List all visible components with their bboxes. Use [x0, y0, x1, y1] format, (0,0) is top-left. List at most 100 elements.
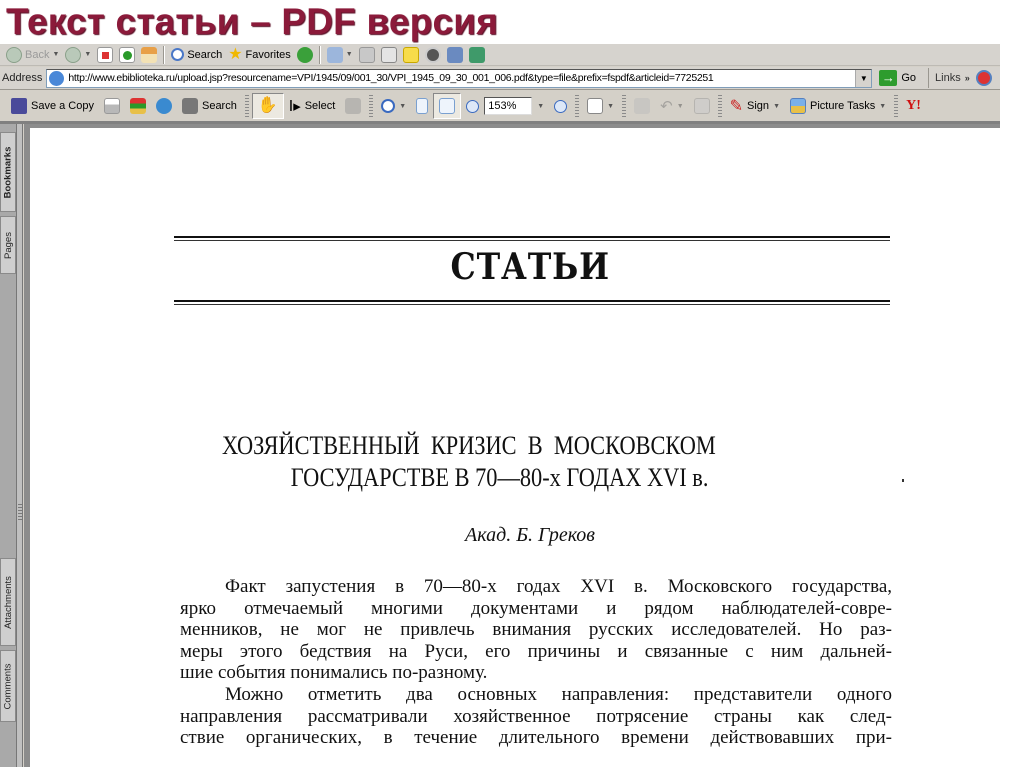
acrobat-icon[interactable] [975, 70, 992, 86]
document-viewport[interactable]: СТАТЬИ ХОЗЯЙСТВЕННЫЙ КРИЗИС В МОСКОВСКОМ… [24, 124, 1000, 767]
browser-window: Back ▼ ▼ Search ★ Favorites ▼ Address ht… [0, 44, 1000, 767]
fit-width-icon [439, 98, 456, 114]
fit-width-button[interactable] [433, 93, 462, 119]
rotate-page-icon [587, 98, 604, 114]
tab-attachments[interactable]: Attachments [0, 558, 16, 646]
search-label: Search [187, 48, 223, 61]
zoom-in-button[interactable] [549, 93, 572, 119]
toolbar-grip[interactable] [894, 95, 899, 117]
forward-button[interactable]: ▼ [62, 45, 94, 65]
back-icon [6, 46, 22, 63]
tools-icon [468, 46, 485, 63]
slide-margin [1000, 44, 1024, 767]
body-line: меры этого бедствия на Руси, его причины… [180, 640, 892, 662]
media-button[interactable] [294, 45, 316, 65]
sign-button[interactable]: ✎ Sign ▼ [725, 93, 785, 119]
refresh-button[interactable] [116, 45, 138, 65]
favorites-label: Favorites [245, 48, 291, 61]
research-icon [424, 46, 441, 63]
messenger-icon [446, 46, 463, 63]
floppy-disk-icon [11, 98, 27, 114]
undo-button[interactable]: ↶ ▼ [655, 93, 689, 119]
binoculars-icon [181, 98, 198, 114]
stop-button[interactable] [94, 45, 116, 65]
tools-button[interactable] [466, 45, 488, 65]
sign-label: Sign [747, 100, 770, 112]
toolbar-separator [318, 45, 321, 64]
fit-page-button[interactable] [411, 93, 433, 119]
yahoo-button[interactable]: Y! [901, 93, 926, 119]
chevron-right-icon: » [964, 73, 970, 83]
go-button[interactable]: → Go [877, 68, 922, 88]
chevron-down-icon: ▼ [773, 102, 780, 110]
search-button[interactable]: Search [168, 45, 225, 65]
acrobat-toolbar: Save a Copy Search ✋ I▸ Select ▼ 153% ▼ … [0, 91, 1000, 124]
address-label: Address [2, 72, 43, 84]
ie-standard-toolbar: Back ▼ ▼ Search ★ Favorites ▼ [0, 44, 1000, 66]
toolbar-grip[interactable] [717, 95, 722, 117]
body-line: менников, не мог не привлечь внимания ру… [180, 619, 892, 641]
favorites-button[interactable]: ★ Favorites [225, 45, 294, 65]
rotate-view-button[interactable]: ▼ [582, 93, 619, 119]
pane-splitter[interactable] [17, 124, 23, 767]
edit-button[interactable] [378, 45, 400, 65]
author: Акад. Б. Греков [465, 524, 595, 546]
navigation-pane: Bookmarks Pages Attachments Comments [0, 124, 17, 767]
splitter-grip[interactable] [18, 504, 22, 520]
toolbar-grip[interactable] [369, 95, 374, 117]
toolbar-grip[interactable] [575, 95, 580, 117]
toolbar-grip[interactable] [244, 95, 249, 117]
home-button[interactable] [138, 45, 160, 65]
save-copy-button[interactable]: Save a Copy [6, 93, 99, 119]
messenger-button[interactable] [444, 45, 466, 65]
search-icon [171, 48, 185, 61]
tab-comments[interactable]: Comments [0, 650, 16, 722]
snapshot-tool-button[interactable] [340, 93, 366, 119]
tab-pages[interactable]: Pages [0, 216, 16, 274]
address-input[interactable]: http://www.ebiblioteka.ru/upload.jsp?res… [46, 68, 873, 88]
chevron-down-icon: ▼ [52, 51, 60, 58]
copy-button[interactable] [689, 93, 715, 119]
discuss-button[interactable] [400, 45, 422, 65]
zoom-in-tool-button[interactable]: ▼ [376, 93, 411, 119]
links-button[interactable]: Links » [928, 68, 970, 88]
zoom-out-button[interactable] [461, 93, 484, 119]
chevron-down-icon: ▼ [345, 51, 353, 58]
pdf-page: СТАТЬИ ХОЗЯЙСТВЕННЫЙ КРИЗИС В МОСКОВСКОМ… [30, 128, 1000, 767]
magnifier-icon [381, 99, 396, 113]
article-body: Факт запустения в 70—80-х годах XVI в. М… [180, 576, 892, 749]
zoom-dropdown-button[interactable]: ▼ [532, 93, 549, 119]
forward-icon [65, 46, 82, 63]
links-label: Links [935, 72, 961, 84]
spell-check-icon [634, 98, 651, 114]
print-button[interactable] [356, 45, 378, 65]
hand-tool-button[interactable]: ✋ [251, 93, 284, 119]
media-icon [296, 46, 313, 63]
body-line: Можно отметить два основных направления:… [225, 683, 892, 705]
address-dropdown-button[interactable]: ▼ [855, 69, 872, 87]
mail-icon [326, 46, 343, 63]
organizer-button[interactable] [125, 93, 151, 119]
chevron-down-icon: ▼ [537, 102, 545, 110]
zoom-level-input[interactable]: 153% [484, 97, 533, 115]
picture-tasks-button[interactable]: Picture Tasks ▼ [785, 93, 891, 119]
research-button[interactable] [422, 45, 444, 65]
email-button[interactable] [151, 93, 177, 119]
favorites-star-icon: ★ [228, 45, 243, 63]
body-line: ярко отмечаемый многими документами и ря… [180, 597, 892, 619]
section-title: СТАТЬИ [450, 246, 611, 288]
spell-check-button[interactable] [629, 93, 655, 119]
mail-button[interactable]: ▼ [324, 45, 356, 65]
search-button[interactable]: Search [177, 93, 242, 119]
back-button[interactable]: Back ▼ [3, 45, 62, 65]
discuss-icon [402, 46, 419, 63]
tab-bookmarks-label: Bookmarks [2, 146, 14, 198]
tab-bookmarks[interactable]: Bookmarks [0, 132, 16, 212]
stop-icon [97, 46, 114, 63]
toolbar-grip[interactable] [622, 95, 627, 117]
undo-icon: ↶ [660, 98, 673, 115]
slide-title: Текст статьи – PDF версия [6, 1, 498, 42]
body-line: Факт запустения в 70—80-х годах XVI в. М… [225, 576, 892, 597]
select-tool-button[interactable]: I▸ Select [284, 93, 341, 119]
print-button[interactable] [99, 93, 125, 119]
